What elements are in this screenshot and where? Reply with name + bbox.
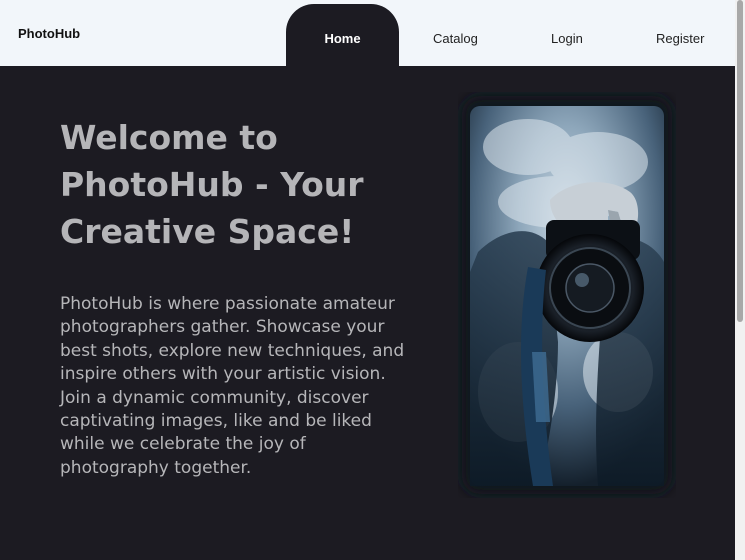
site-header: PhotoHub Home Catalog Login Register (0, 0, 735, 66)
nav-home-link[interactable]: Home (286, 4, 399, 66)
nav-login-link[interactable]: Login (551, 31, 583, 46)
scrollbar-thumb[interactable] (737, 0, 743, 322)
nav-register-link[interactable]: Register (656, 31, 704, 46)
page-scrollbar[interactable] (735, 0, 745, 560)
main-nav: Home Catalog Login Register (0, 0, 735, 66)
hero-title: Welcome to PhotoHub - Your Creative Spac… (60, 118, 364, 251)
nav-catalog-link[interactable]: Catalog (433, 31, 478, 46)
hero-image (458, 92, 676, 498)
hero-description: PhotoHub is where passionate amateur pho… (60, 294, 405, 478)
page: PhotoHub Home Catalog Login Register Wel… (0, 0, 745, 560)
